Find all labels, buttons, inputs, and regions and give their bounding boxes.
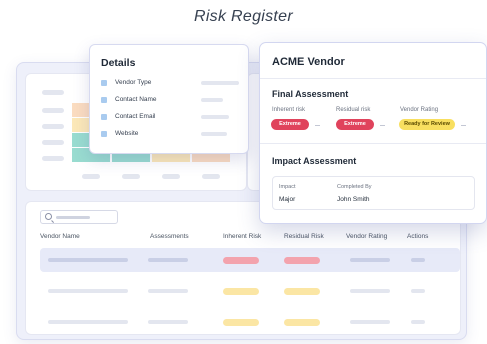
placeholder-bar	[411, 289, 425, 293]
impact-value: Major	[279, 196, 296, 203]
placeholder-bar	[350, 320, 390, 324]
inherent-risk-label: Inherent risk	[272, 107, 306, 113]
divider	[260, 78, 486, 79]
vendor-rating-badge[interactable]: Ready for Review	[399, 119, 455, 130]
checkbox-icon[interactable]	[101, 97, 107, 103]
detail-field-contact-email[interactable]: Contact Email	[101, 113, 241, 123]
search-placeholder	[56, 216, 90, 219]
column-header-vendor-rating[interactable]: Vendor Rating	[346, 233, 387, 240]
residual-risk-badge[interactable]: Extreme	[336, 119, 374, 130]
placeholder-bar	[201, 81, 239, 85]
placeholder-bar	[82, 174, 100, 179]
vendor-title: ACME Vendor	[272, 56, 345, 68]
completed-by-label: Completed By	[337, 184, 372, 190]
impact-label: Impact	[279, 184, 296, 190]
column-header-residual-risk[interactable]: Residual Risk	[284, 233, 324, 240]
vendor-panel: ACME Vendor Final Assessment Inherent ri…	[259, 42, 487, 224]
column-header-inherent-risk[interactable]: Inherent Risk	[223, 233, 261, 240]
placeholder-bar	[148, 320, 188, 324]
placeholder-bar	[350, 258, 390, 262]
placeholder-bar	[350, 289, 390, 293]
placeholder-bar	[201, 132, 227, 136]
risk-pill	[223, 257, 259, 264]
column-header-vendor-name[interactable]: Vendor Name	[40, 233, 80, 240]
placeholder-bar	[201, 98, 223, 102]
column-header-actions[interactable]: Actions	[407, 233, 428, 240]
placeholder-bar	[411, 258, 425, 262]
inherent-risk-badge[interactable]: Extreme	[271, 119, 309, 130]
dropdown-indicator	[461, 125, 466, 126]
divider	[260, 143, 486, 144]
vendor-rating-label: Vendor Rating	[400, 107, 439, 113]
placeholder-bar	[162, 174, 180, 179]
placeholder-bar	[42, 124, 64, 129]
placeholder-bar	[48, 289, 128, 293]
residual-risk-label: Residual risk	[336, 107, 371, 113]
search-input[interactable]	[40, 210, 118, 224]
detail-field-contact-name[interactable]: Contact Name	[101, 96, 241, 106]
detail-label: Website	[115, 130, 139, 137]
table-row[interactable]	[40, 248, 460, 272]
placeholder-bar	[42, 140, 64, 145]
column-header-assessments[interactable]: Assessments	[150, 233, 189, 240]
placeholder-bar	[122, 174, 140, 179]
risk-pill	[284, 319, 320, 326]
table-row[interactable]	[40, 310, 460, 334]
dropdown-indicator	[380, 125, 385, 126]
checkbox-icon[interactable]	[101, 131, 107, 137]
detail-label: Contact Email	[115, 113, 156, 120]
final-assessment-title: Final Assessment	[272, 89, 349, 99]
details-title: Details	[101, 57, 136, 69]
checkbox-icon[interactable]	[101, 80, 107, 86]
placeholder-bar	[48, 320, 128, 324]
placeholder-bar	[48, 258, 128, 262]
detail-field-website[interactable]: Website	[101, 130, 241, 140]
details-card: Details Vendor Type Contact Name Contact…	[89, 44, 249, 154]
placeholder-bar	[202, 174, 220, 179]
placeholder-bar	[42, 108, 64, 113]
search-icon	[45, 213, 52, 220]
impact-assessment-title: Impact Assessment	[272, 156, 357, 166]
completed-by-value: John Smith	[337, 196, 370, 203]
placeholder-bar	[201, 115, 229, 119]
impact-box: Impact Completed By Major John Smith	[272, 176, 475, 210]
placeholder-bar	[148, 258, 188, 262]
risk-pill	[284, 257, 320, 264]
dropdown-indicator	[315, 125, 320, 126]
risk-pill	[223, 288, 259, 295]
placeholder-bar	[42, 156, 64, 161]
detail-label: Contact Name	[115, 96, 157, 103]
risk-pill	[284, 288, 320, 295]
detail-label: Vendor Type	[115, 79, 152, 86]
detail-field-vendor-type[interactable]: Vendor Type	[101, 79, 241, 89]
risk-pill	[223, 319, 259, 326]
placeholder-bar	[411, 320, 425, 324]
table-row[interactable]	[40, 279, 460, 303]
placeholder-bar	[42, 90, 64, 95]
page-title: Risk Register	[193, 8, 294, 25]
placeholder-bar	[148, 289, 188, 293]
checkbox-icon[interactable]	[101, 114, 107, 120]
